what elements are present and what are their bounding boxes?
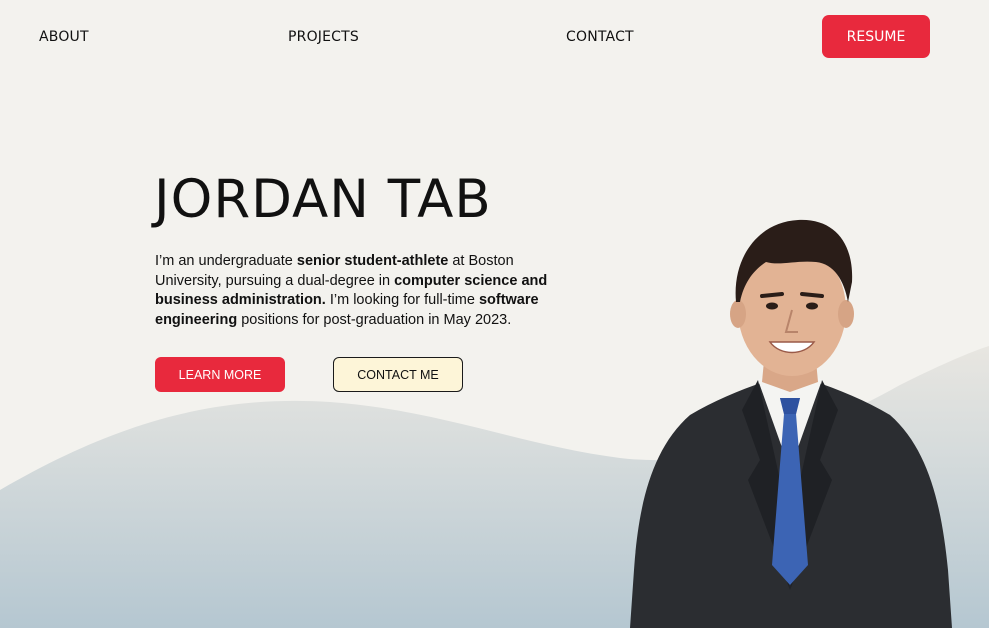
- learn-more-button[interactable]: LEARN MORE: [155, 357, 285, 392]
- nav-projects-link[interactable]: PROJECTS: [288, 29, 359, 45]
- bio-text: I’m looking for full-time: [325, 292, 479, 308]
- bio-bold-text: senior student-athlete: [296, 253, 449, 269]
- nav-about-link[interactable]: ABOUT: [39, 29, 89, 45]
- resume-button[interactable]: RESUME: [822, 15, 930, 58]
- nav-contact-link[interactable]: CONTACT: [566, 29, 634, 45]
- bio-text: I’m an undergraduate: [155, 253, 297, 269]
- contact-me-button[interactable]: CONTACT ME: [333, 357, 463, 392]
- hero-name: JORDAN TAB: [154, 169, 492, 230]
- bio-text: positions for post-graduation in May 202…: [237, 311, 512, 328]
- hero-bio: I’m an undergraduate senior student-athl…: [155, 252, 575, 330]
- person-photo-icon: [630, 219, 952, 628]
